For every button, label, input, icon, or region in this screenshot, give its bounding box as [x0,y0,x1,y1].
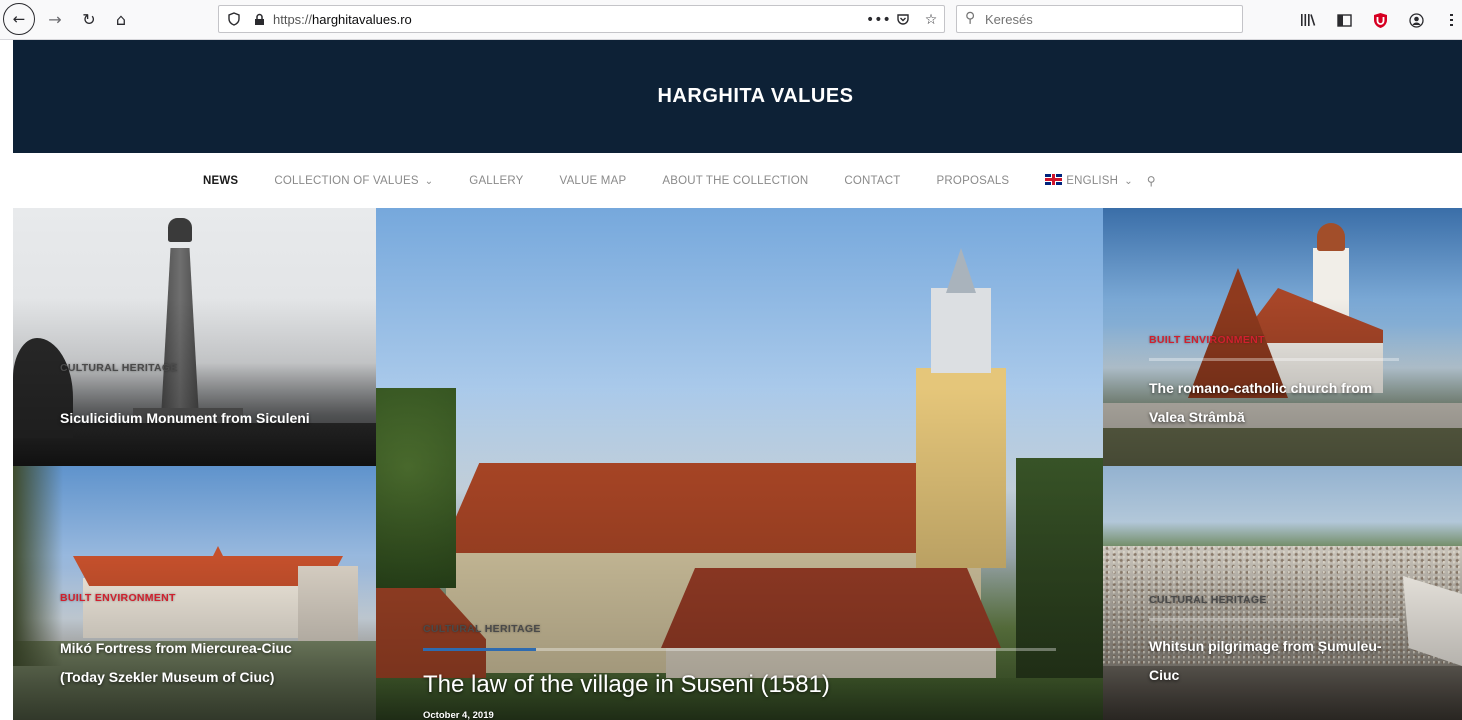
post-title-line-1[interactable]: The romano-catholic church from [1149,374,1372,403]
search-icon: ⚲ [965,10,976,26]
nav-item-news[interactable]: NEWS [203,175,238,187]
site-title[interactable]: HARGHITA VALUES [657,85,853,108]
nav-item-value-map[interactable]: VALUE MAP [560,175,627,187]
search-icon[interactable]: ⚲ [1147,174,1156,188]
category-underline-track [536,648,1056,651]
post-title[interactable]: Siculicidium Monument from Siculeni [60,404,310,433]
language-label: ENGLISH [1066,175,1119,187]
page-actions-icon[interactable]: ••• [866,10,891,30]
reload-icon[interactable]: ↻ [74,4,104,34]
nav-item-gallery[interactable]: GALLERY [469,175,523,187]
post-tile-whitsun-pilgrimage[interactable]: CULTURAL HERITAGE Whitsun pilgrimage fro… [1103,466,1462,720]
post-title-line-1[interactable]: Mikó Fortress from Miercurea-Ciuc [60,634,292,663]
back-icon[interactable]: ← [3,3,35,35]
post-title-line-1[interactable]: Whitsun pilgrimage from Șumuleu- [1149,632,1382,661]
category-underline-track [1149,618,1399,621]
post-category[interactable]: CULTURAL HERITAGE [423,623,541,635]
site-header: HARGHITA VALUES [13,40,1462,153]
post-date: October 4, 2019 [423,710,494,720]
search-placeholder: Keresés [985,12,1033,27]
post-title-line-2[interactable]: (Today Szekler Museum of Ciuc) [60,663,274,692]
post-category[interactable]: BUILT ENVIRONMENT [60,592,176,604]
url-scheme: https:// [273,12,313,27]
post-category[interactable]: CULTURAL HERITAGE [1149,594,1267,606]
url-host: harghitavalues.ro [312,12,412,27]
post-tile-siculicidium[interactable]: CULTURAL HERITAGE Siculicidium Monument … [13,208,376,466]
nav-item-proposals[interactable]: PROPOSALS [937,175,1010,187]
chevron-down-icon: ⌄ [1124,176,1133,187]
lock-icon[interactable] [251,10,267,28]
url-text[interactable]: https://harghitavalues.ro [273,12,412,27]
url-actions: ••• ☆ [866,10,944,30]
ublock-icon[interactable] [1368,8,1392,32]
home-icon[interactable]: ⌂ [106,4,136,34]
bookmark-star-icon[interactable]: ☆ [922,10,940,30]
sidebar-icon[interactable] [1332,8,1356,32]
url-bar[interactable]: https://harghitavalues.ro ••• ☆ [218,5,945,33]
post-category[interactable]: BUILT ENVIRONMENT [1149,334,1265,346]
post-title[interactable]: The law of the village in Suseni (1581) [423,670,830,700]
language-switcher[interactable]: ENGLISH ⌄ [1045,174,1133,187]
account-icon[interactable] [1404,8,1428,32]
category-underline [423,648,536,651]
menu-icon[interactable] [1440,8,1462,32]
tracking-shield-icon[interactable] [225,10,243,28]
nav-item-contact[interactable]: CONTACT [844,175,900,187]
search-input[interactable]: ⚲ Keresés [956,5,1243,33]
nav-item-label: COLLECTION OF VALUES [274,174,419,187]
pocket-icon[interactable] [894,10,912,30]
post-tile-suseni[interactable]: CULTURAL HERITAGE The law of the village… [376,208,1103,720]
browser-toolbar: ← → ↻ ⌂ https://harghitavalues.ro ••• ☆ … [0,0,1462,40]
post-tile-miko-fortress[interactable]: BUILT ENVIRONMENT Mikó Fortress from Mie… [13,466,376,720]
post-title-line-2[interactable]: Ciuc [1149,661,1179,690]
category-underline-track [1149,358,1399,361]
post-title-line-2[interactable]: Valea Strâmbă [1149,403,1245,432]
chevron-down-icon: ⌄ [424,175,434,187]
uk-flag-icon [1045,174,1063,185]
library-icon[interactable] [1296,8,1320,32]
toolbar-right-icons [1296,8,1462,32]
forward-icon[interactable]: → [40,4,70,34]
nav-items: NEWS COLLECTION OF VALUES ⌄ GALLERY VALUE… [203,153,1156,208]
post-category[interactable]: CULTURAL HERITAGE [60,362,178,374]
post-tile-valea-stramba[interactable]: BUILT ENVIRONMENT The romano-catholic ch… [1103,208,1462,466]
main-nav: NEWS COLLECTION OF VALUES ⌄ GALLERY VALUE… [13,153,1462,208]
nav-item-collection-of-values[interactable]: COLLECTION OF VALUES ⌄ [274,175,433,187]
nav-item-about-the-collection[interactable]: ABOUT THE COLLECTION [662,175,808,187]
